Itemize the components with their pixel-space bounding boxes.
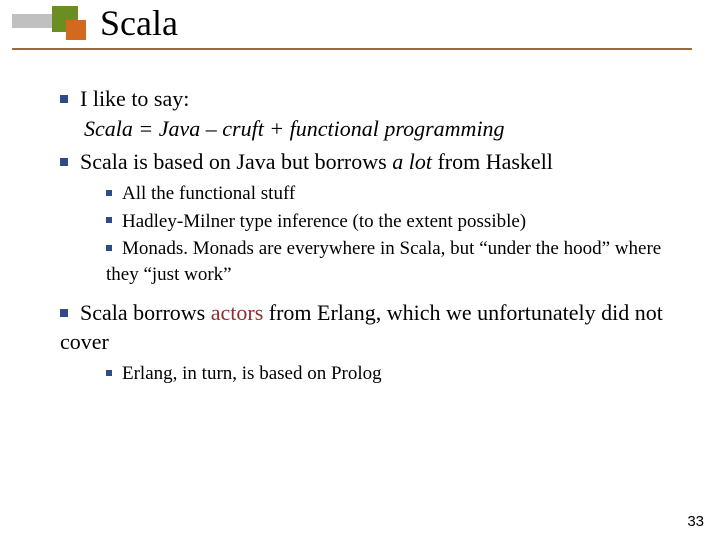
bullet-icon [60, 95, 68, 103]
bullet-text: Scala is based on Java but borrows a lot… [80, 149, 553, 174]
bullet-level2: Erlang, in turn, is based on Prolog [106, 361, 680, 387]
slide-content: I like to say: Scala = Java – cruft + fu… [60, 80, 680, 389]
bullet-icon [60, 309, 68, 317]
bullet-icon [106, 190, 112, 196]
bullet-level2: Hadley-Milner type inference (to the ext… [106, 209, 680, 235]
bullet-icon [60, 158, 68, 166]
bullet-text: I like to say: [80, 86, 189, 111]
slide-logo [12, 6, 82, 46]
bullet-text: Erlang, in turn, is based on Prolog [122, 363, 382, 384]
bullet-text: Hadley-Milner type inference (to the ext… [122, 211, 526, 232]
logo-orange-square [66, 20, 86, 40]
bullet-text: Monads. Monads are everywhere in Scala, … [106, 238, 661, 285]
bullet-text: Scala borrows actors from Erlang, which … [60, 300, 663, 355]
page-number: 33 [687, 513, 704, 530]
bullet-level1: Scala is based on Java but borrows a lot… [60, 147, 680, 177]
bullet-italic-line: Scala = Java – cruft + functional progra… [84, 114, 680, 144]
bullet-level1: I like to say: Scala = Java – cruft + fu… [60, 84, 680, 143]
bullet-icon [106, 217, 112, 223]
bullet-level2: Monads. Monads are everywhere in Scala, … [106, 236, 680, 287]
title-underline [12, 48, 692, 50]
slide-title: Scala [100, 2, 178, 44]
bullet-icon [106, 370, 112, 376]
bullet-icon [106, 245, 112, 251]
bullet-level2: All the functional stuff [106, 181, 680, 207]
bullet-level1: Scala borrows actors from Erlang, which … [60, 298, 680, 357]
bullet-text: All the functional stuff [122, 183, 295, 204]
